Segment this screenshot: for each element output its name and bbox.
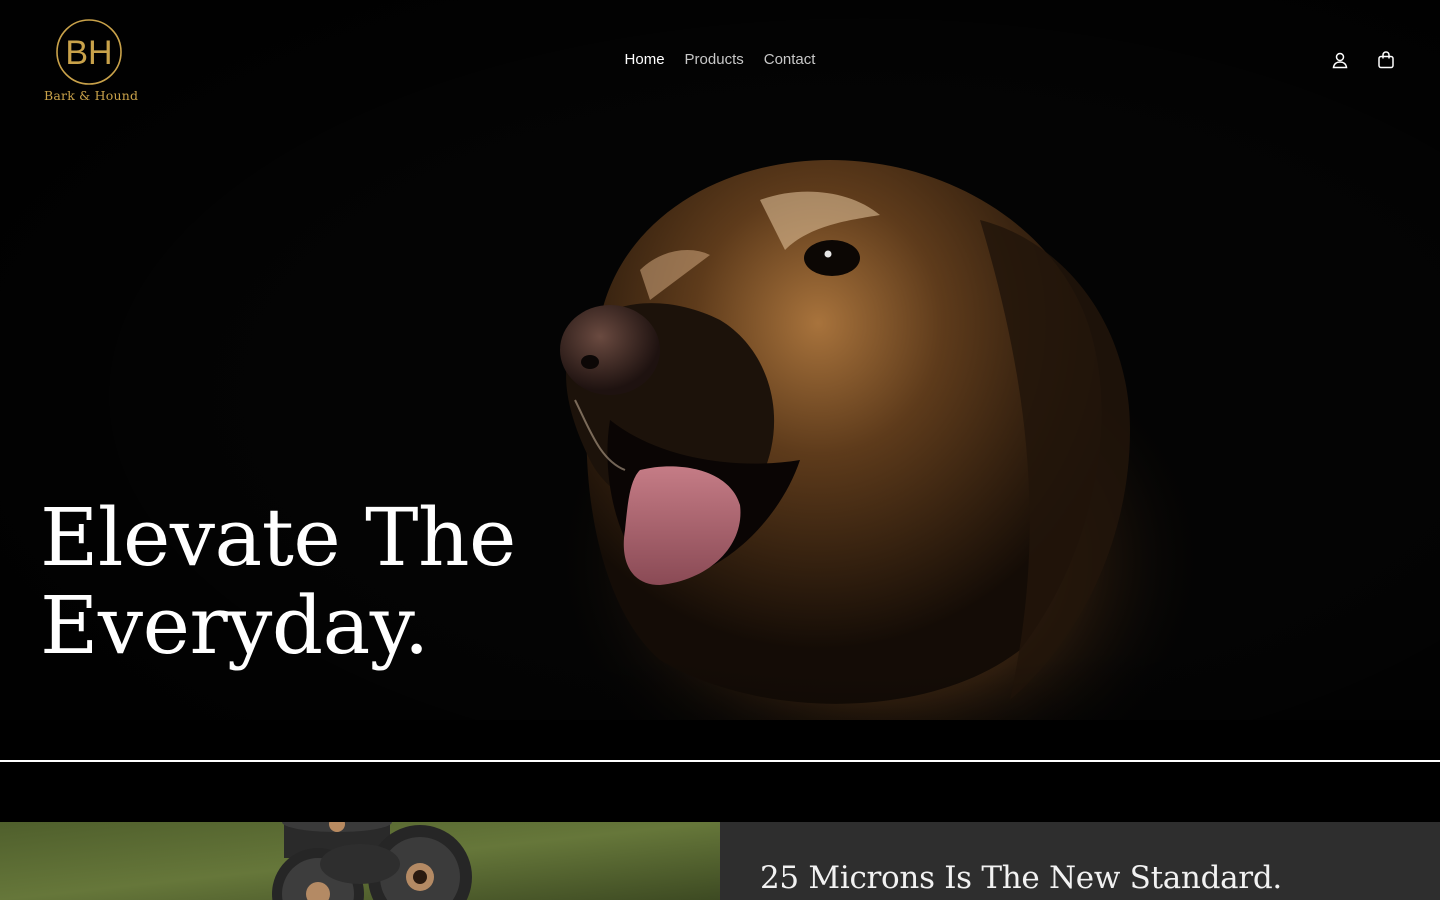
section-divider <box>0 760 1440 762</box>
site-header: BH Bark & Hound Home Products Contact <box>0 0 1440 120</box>
brand-name: Bark & Hound <box>44 88 139 103</box>
nav-contact[interactable]: Contact <box>764 50 816 70</box>
feature-section: 25 Microns Is The New Standard. <box>0 822 1440 900</box>
hero-title-line-1: Elevate The <box>40 491 516 584</box>
header-actions <box>1330 50 1396 70</box>
main-nav: Home Products Contact <box>0 50 1440 70</box>
hero-title-line-2: Everyday. <box>40 579 429 672</box>
account-icon[interactable] <box>1330 50 1350 70</box>
divider-band <box>0 720 1440 822</box>
nav-home[interactable]: Home <box>625 50 665 70</box>
feature-rolls-image <box>0 822 720 900</box>
nav-products[interactable]: Products <box>685 50 744 70</box>
cart-icon[interactable] <box>1376 50 1396 70</box>
feature-heading: 25 Microns Is The New Standard. <box>760 860 1282 896</box>
feature-text-panel: 25 Microns Is The New Standard. <box>720 822 1440 900</box>
hero-title: Elevate The Everyday. <box>40 494 740 670</box>
